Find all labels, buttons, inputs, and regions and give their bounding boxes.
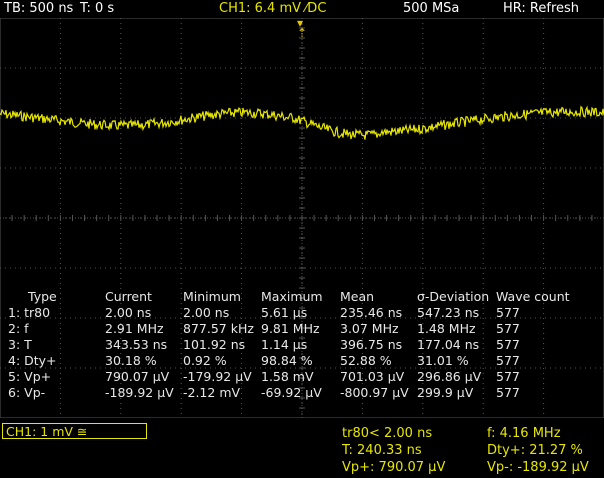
vp-minus-readout: Vp-: -189.92 µV (487, 460, 589, 475)
table-row[interactable]: 4: Dty+ 30.18 % 0.92 % 98.84 % 52.88 % 31.01 … (8, 353, 598, 369)
vp-plus-readout: Vp+: 790.07 µV (342, 460, 446, 475)
table-cell: 877.57 kHz (183, 321, 254, 336)
table-cell: 790.07 µV (105, 369, 170, 384)
table-cell: -800.97 µV (340, 385, 409, 400)
table-cell: 4: Dty+ (8, 353, 57, 368)
table-cell: 1.48 MHz (417, 321, 476, 336)
tr80-readout: tr80< 2.00 ns (342, 426, 433, 441)
table-row[interactable]: 6: Vp- -189.92 µV -2.12 mV -69.92 µV -800.97… (8, 385, 598, 401)
table-cell: 296.86 µV (417, 369, 482, 384)
table-row[interactable]: 2: f 2.91 MHz 877.57 kHz 9.81 MHz 3.07 MHz 1.… (8, 321, 598, 337)
table-cell: -69.92 µV (261, 385, 322, 400)
column-header: Wave count (496, 289, 570, 304)
table-cell: 2: f (8, 321, 29, 336)
table-cell: -189.92 µV (105, 385, 174, 400)
table-cell: 2.91 MHz (105, 321, 164, 336)
table-cell: 5.61 µs (261, 305, 308, 320)
table-cell: 2.00 ns (183, 305, 230, 320)
table-cell: 3: T (8, 337, 32, 352)
table-cell: 577 (496, 385, 520, 400)
table-cell: 577 (496, 337, 520, 352)
table-cell: 701.03 µV (340, 369, 405, 384)
table-cell: 577 (496, 369, 520, 384)
acquisition-mode-readout[interactable]: HR: Refresh (503, 1, 579, 17)
table-cell: 1: tr80 (8, 305, 51, 320)
column-header: Minimum (183, 289, 241, 304)
period-readout: T: 240.33 ns (342, 443, 422, 458)
column-header: Type (28, 289, 57, 304)
measurement-footer: CH1: 1 mV ≅ tr80< 2.00 ns T: 240.33 ns V… (0, 420, 604, 478)
table-cell: 577 (496, 305, 520, 320)
table-cell: 577 (496, 353, 520, 368)
column-header: Maximum (261, 289, 323, 304)
table-cell: -2.12 mV (183, 385, 241, 400)
column-header: Mean (340, 289, 375, 304)
table-cell: 1.58 mV (261, 369, 314, 384)
table-cell: 31.01 % (417, 353, 469, 368)
column-header: Current (105, 289, 152, 304)
table-cell: 235.46 ns (340, 305, 403, 320)
table-cell: 2.00 ns (105, 305, 152, 320)
table-cell: 52.88 % (340, 353, 392, 368)
table-row[interactable]: 3: T 343.53 ns 101.92 ns 1.14 µs 396.75 ns 17… (8, 337, 598, 353)
table-cell: 30.18 % (105, 353, 157, 368)
channel-1-readout[interactable]: CH1: 6.4 mV ⁄DC (219, 1, 326, 17)
table-cell: 5: Vp+ (8, 369, 52, 384)
table-cell: 177.04 ns (417, 337, 480, 352)
table-row[interactable]: 5: Vp+ 790.07 µV -179.92 µV 1.58 mV 701.03 µ… (8, 369, 598, 385)
table-cell: 343.53 ns (105, 337, 168, 352)
frequency-readout: f: 4.16 MHz (487, 426, 561, 441)
table-cell: 577 (496, 321, 520, 336)
trigger-position-icon[interactable]: ▾ ⇡ (297, 17, 307, 39)
table-header-row: Type Current Minimum Maximum Mean σ-Deviation… (8, 289, 598, 305)
table-cell: 101.92 ns (183, 337, 246, 352)
table-cell: 547.23 ns (417, 305, 480, 320)
duty-cycle-readout: Dty+: 21.27 % (487, 443, 583, 458)
sample-rate-readout: 500 MSa (403, 1, 460, 16)
table-cell: 9.81 MHz (261, 321, 320, 336)
timebase-readout[interactable]: TB: 500 ns (4, 1, 73, 17)
channel-1-scale-button[interactable]: CH1: 1 mV ≅ (2, 423, 147, 439)
column-header: σ-Deviation (417, 289, 490, 304)
table-cell: 1.14 µs (261, 337, 308, 352)
table-cell: 98.84 % (261, 353, 313, 368)
trigger-time-readout[interactable]: T: 0 s (80, 1, 114, 17)
table-cell: 299.9 µV (417, 385, 474, 400)
table-cell: -179.92 µV (183, 369, 252, 384)
table-row[interactable]: 1: tr80 2.00 ns 2.00 ns 5.61 µs 235.46 ns 547… (8, 305, 598, 321)
table-cell: 6: Vp- (8, 385, 46, 400)
table-cell: 0.92 % (183, 353, 227, 368)
table-cell: 396.75 ns (340, 337, 403, 352)
table-cell: 3.07 MHz (340, 321, 399, 336)
